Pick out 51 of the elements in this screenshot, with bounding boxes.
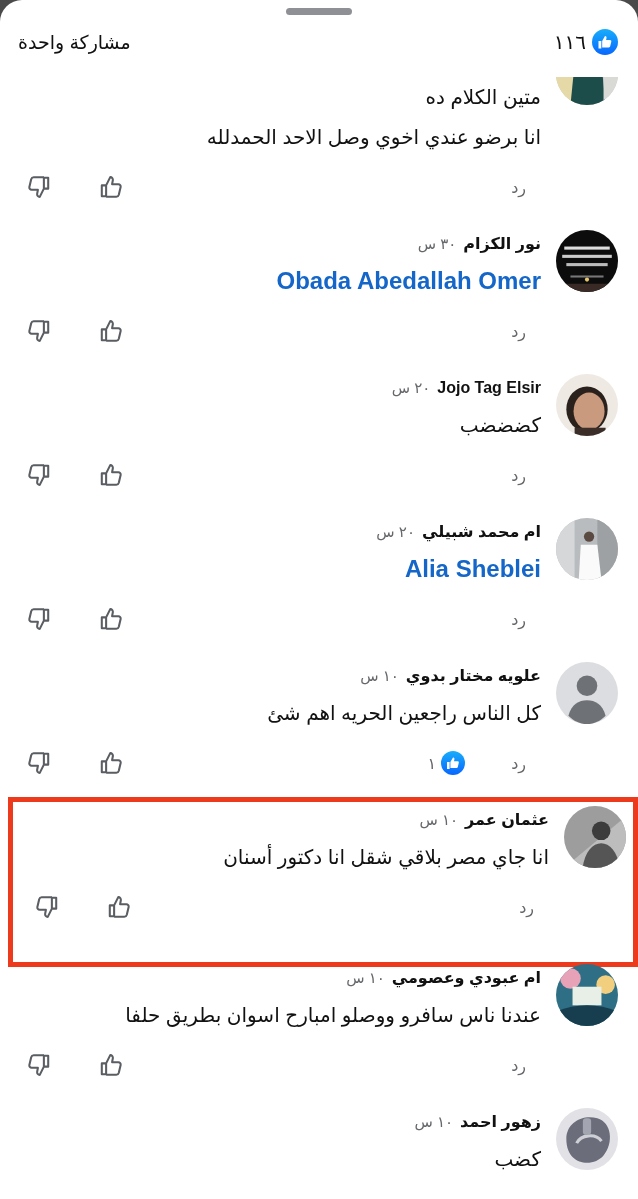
commenter-name[interactable]: زهور احمد bbox=[460, 1111, 541, 1133]
like-icon[interactable] bbox=[98, 750, 124, 776]
reply-link[interactable]: رد bbox=[511, 321, 526, 341]
dislike-icon[interactable] bbox=[26, 462, 52, 488]
comment-time: ١٠ س bbox=[414, 1112, 453, 1133]
comment-text: كل الناس راجعين الحريه اهم شئ bbox=[267, 701, 541, 727]
like-icon[interactable] bbox=[98, 318, 124, 344]
avatar-icon bbox=[556, 662, 618, 724]
comment-text: انا برضو عندي اخوي وصل الاحد الحمدلله bbox=[206, 125, 541, 152]
comment-text: متين الكلام ده bbox=[425, 85, 541, 111]
comment-time: ٣٠ س bbox=[417, 234, 457, 255]
like-icon[interactable] bbox=[98, 1052, 124, 1078]
commenter-name[interactable]: علويه مختار بدوي bbox=[405, 665, 541, 687]
like-icon[interactable] bbox=[98, 462, 124, 488]
share-count[interactable]: مشاركة واحدة bbox=[18, 30, 131, 54]
comment-time: ١٠ س bbox=[346, 968, 385, 989]
comment-text: انا جاي مصر بلاقي شقل انا دكتور أسنان bbox=[223, 843, 549, 872]
like-icon[interactable] bbox=[106, 894, 132, 920]
comment-time: ١٠ س bbox=[419, 810, 459, 831]
commenter-name[interactable]: ام محمد شبيلي bbox=[421, 521, 541, 543]
reaction-count: ١١٦ bbox=[553, 30, 586, 54]
commenter-name[interactable]: عثمان عمر bbox=[465, 809, 549, 831]
dislike-icon[interactable] bbox=[26, 606, 52, 632]
like-badge-icon bbox=[441, 751, 466, 775]
comment-time: ٢٠ س bbox=[391, 378, 431, 399]
commenter-name[interactable]: نور الكزام bbox=[463, 233, 541, 255]
drag-handle[interactable] bbox=[286, 8, 352, 15]
comment-time: ١٠ س bbox=[360, 666, 399, 687]
dislike-icon[interactable] bbox=[26, 318, 52, 344]
reply-link[interactable]: رد bbox=[511, 1055, 526, 1075]
comment-text: عندنا ناس سافرو ووصلو امبارح اسوان بطريق حلفا bbox=[125, 1003, 541, 1029]
reply-link[interactable]: رد bbox=[511, 465, 526, 485]
commenter-name[interactable]: ام عبودي وعصومي bbox=[391, 967, 541, 989]
mention-link[interactable]: Obada Abedallah Omer bbox=[276, 261, 541, 301]
reply-link[interactable]: رد bbox=[519, 897, 534, 917]
commenter-name[interactable]: Jojo Tag Elsir bbox=[437, 377, 541, 399]
comment-text: كضب bbox=[494, 1147, 541, 1172]
comment-text: كضضضب bbox=[459, 413, 541, 438]
comment-time: ٢٠ س bbox=[376, 522, 415, 543]
dislike-icon[interactable] bbox=[26, 750, 52, 776]
reply-link[interactable]: رد bbox=[511, 753, 526, 773]
like-icon[interactable] bbox=[98, 606, 124, 632]
reply-link[interactable]: رد bbox=[511, 609, 526, 629]
dislike-icon[interactable] bbox=[34, 894, 60, 920]
reaction-count: ١ bbox=[427, 753, 437, 773]
like-icon[interactable] bbox=[98, 174, 124, 200]
dislike-icon[interactable] bbox=[26, 1052, 52, 1078]
mention-link[interactable]: Alia Sheblei bbox=[404, 549, 541, 589]
dislike-icon[interactable] bbox=[26, 174, 52, 200]
reply-link[interactable]: رد bbox=[511, 177, 526, 197]
like-badge-icon bbox=[592, 29, 618, 55]
